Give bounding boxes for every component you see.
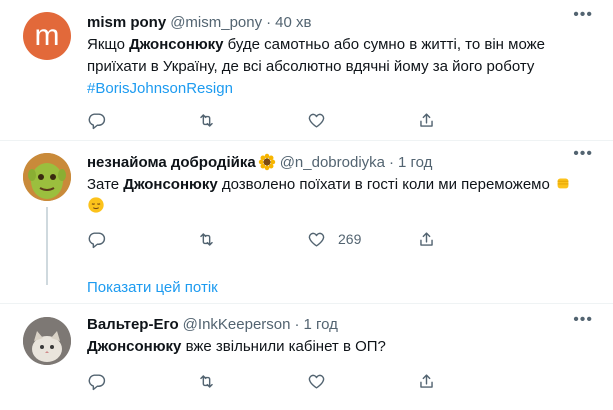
author-handle[interactable]: @n_dobrodiyka: [280, 154, 385, 171]
like-button[interactable]: 269: [307, 229, 417, 249]
tweet-header: незнайома добродійка @n_dobrodiyka · 1 г…: [87, 152, 597, 172]
like-icon: [308, 374, 325, 389]
share-button[interactable]: [417, 110, 527, 130]
reply-button[interactable]: [87, 229, 197, 249]
share-button[interactable]: [417, 371, 527, 391]
tweet-actions: [87, 110, 527, 130]
share-icon: [420, 112, 433, 127]
relieved-face-icon: [88, 197, 104, 213]
tweet[interactable]: m mism pony @mism_pony · 40 хв Якщо Джон…: [0, 0, 613, 141]
tweet-time[interactable]: 40 хв: [275, 14, 311, 31]
fist-emoji-icon: [557, 178, 569, 189]
retweet-icon: [200, 232, 213, 246]
like-icon: [308, 232, 325, 247]
author-name[interactable]: Вальтер-Его: [87, 316, 179, 333]
retweet-button[interactable]: [197, 371, 307, 391]
avatar[interactable]: [23, 153, 71, 201]
tweet[interactable]: незнайома добродійка @n_dobrodiyka · 1 г…: [0, 141, 613, 303]
cat-photo-icon: [23, 317, 71, 365]
separator-dot: ·: [389, 153, 394, 171]
share-icon: [420, 231, 433, 246]
reply-icon: [88, 231, 106, 248]
ogre-face-icon: [23, 153, 71, 201]
tweet-text-part: дозволено поїхати в гості коли ми перемо…: [217, 176, 550, 193]
tweet-text-bold: Джонсонюку: [87, 338, 182, 355]
retweet-icon: [200, 113, 213, 127]
avatar-letter: m: [34, 19, 60, 52]
avatar[interactable]: m: [23, 12, 71, 60]
separator-dot: ·: [266, 13, 272, 31]
tweet-text: Зате Джонсонюку дозволено поїхати в гост…: [87, 174, 597, 218]
tweet[interactable]: Вальтер-Его @InkKeeperson · 1 год Джонсо…: [0, 303, 613, 410]
like-icon: [308, 113, 325, 128]
reply-icon: [88, 112, 106, 129]
tweet-text-part: Зате: [87, 176, 124, 193]
more-icon[interactable]: •••: [573, 6, 593, 24]
tweet-actions: [87, 371, 527, 391]
tweet-text-part: вже звільнили кабінет в ОП?: [181, 338, 386, 355]
tweet-content: mism pony @mism_pony · 40 хв Якщо Джонсо…: [87, 12, 597, 100]
share-icon: [420, 373, 433, 388]
author-handle[interactable]: @mism_pony: [170, 14, 262, 31]
like-button[interactable]: [307, 371, 417, 391]
tweet-text-bold: Джонсонюку: [123, 176, 218, 193]
retweet-button[interactable]: [197, 110, 307, 130]
show-thread-link[interactable]: Показати цей потік: [87, 279, 218, 296]
more-icon[interactable]: •••: [573, 311, 593, 329]
tweet-header: Вальтер-Его @InkKeeperson · 1 год: [87, 314, 597, 334]
hashtag-link[interactable]: #BorisJohnsonResign: [87, 80, 233, 97]
tweet-text: Якщо Джонсонюку буде самотньо або сумно …: [87, 34, 597, 100]
author-name[interactable]: mism pony: [87, 14, 166, 31]
tweet-text-part: Якщо: [87, 36, 130, 53]
share-button[interactable]: [417, 229, 527, 249]
tweet-header: mism pony @mism_pony · 40 хв: [87, 12, 597, 32]
tweet-actions: 269: [87, 229, 527, 249]
sunflower-icon: [258, 153, 275, 171]
separator-dot: ·: [294, 315, 300, 333]
more-icon[interactable]: •••: [573, 145, 593, 163]
author-handle[interactable]: @InkKeeperson: [183, 316, 291, 333]
tweet-text-bold: Джонсонюку: [129, 36, 224, 53]
thread-line: [46, 207, 48, 285]
retweet-icon: [200, 374, 213, 388]
like-count: 269: [338, 231, 362, 247]
tweet-content: Вальтер-Его @InkKeeperson · 1 год Джонсо…: [87, 314, 597, 358]
tweet-time[interactable]: 1 год: [398, 154, 432, 171]
author-name[interactable]: незнайома добродійка: [87, 154, 256, 171]
like-button[interactable]: [307, 110, 417, 130]
tweet-time[interactable]: 1 год: [303, 316, 337, 333]
tweet-content: незнайома добродійка @n_dobrodiyka · 1 г…: [87, 152, 597, 218]
reply-icon: [88, 373, 106, 390]
tweet-text: Джонсонюку вже звільнили кабінет в ОП?: [87, 336, 597, 358]
reply-button[interactable]: [87, 371, 197, 391]
reply-button[interactable]: [87, 110, 197, 130]
avatar[interactable]: [23, 317, 71, 365]
retweet-button[interactable]: [197, 229, 307, 249]
